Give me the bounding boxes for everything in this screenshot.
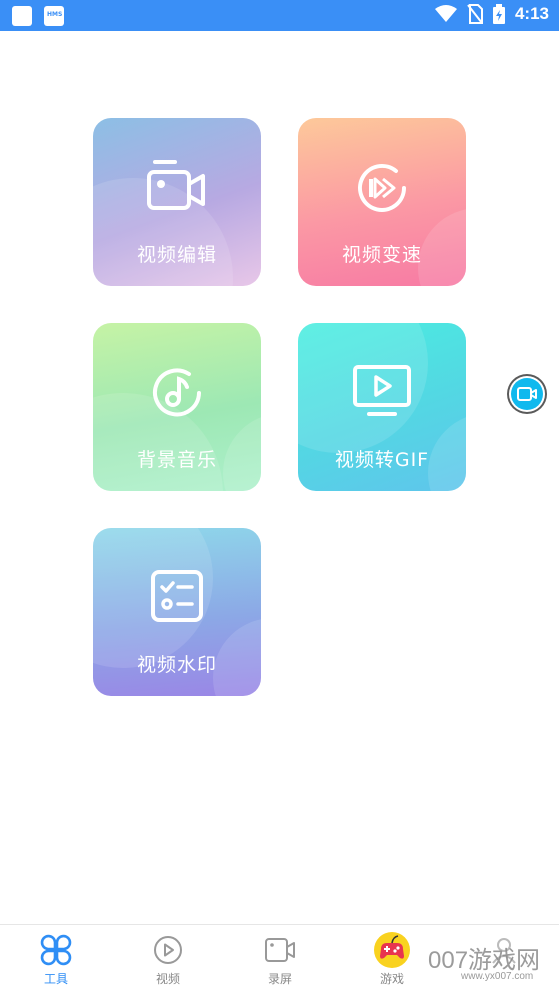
nav-video[interactable]: 视频 — [128, 933, 208, 987]
hms-label: HMS — [47, 11, 63, 18]
app-square-icon — [12, 6, 32, 26]
tool-label: 视频编辑 — [136, 244, 217, 266]
floating-record-button[interactable] — [507, 374, 547, 414]
play-circle-icon — [154, 936, 182, 964]
fast-forward-circle-icon — [358, 163, 406, 212]
tool-video-watermark[interactable]: 视频水印 — [93, 528, 261, 696]
hms-icon: HMS — [44, 6, 64, 26]
battery-charging-icon — [492, 4, 505, 24]
watermark-url: www.yx007.com — [461, 971, 534, 982]
game-controller-icon — [374, 932, 410, 968]
tool-label: 背景音乐 — [136, 449, 217, 471]
nav-label: 录屏 — [267, 972, 292, 986]
play-screen-icon — [353, 365, 411, 416]
status-bar: HMS 4:13 — [0, 0, 559, 31]
tool-video-speed[interactable]: 视频变速 — [298, 118, 466, 286]
tool-label: 视频水印 — [136, 654, 217, 676]
tool-video-to-gif[interactable]: 视频转GIF — [298, 323, 466, 491]
nav-label: 视频 — [155, 972, 180, 986]
tool-video-edit[interactable]: 视频编辑 — [93, 118, 261, 286]
tool-background-music[interactable]: 背景音乐 — [93, 323, 261, 491]
music-note-icon — [153, 368, 201, 417]
video-camera-icon — [147, 160, 205, 210]
no-sim-icon — [467, 4, 483, 24]
nav-game[interactable]: 游戏 — [352, 932, 432, 987]
watermark-logo-text: 007游戏网 — [428, 947, 541, 974]
camera-icon — [265, 938, 295, 962]
nav-label: 游戏 — [379, 972, 404, 986]
clock: 4:13 — [514, 4, 549, 23]
record-camera-icon — [517, 387, 537, 401]
checklist-icon — [151, 570, 203, 622]
nav-tools[interactable]: 工具 — [16, 933, 96, 987]
nav-label: 工具 — [43, 972, 68, 986]
tool-label: 视频变速 — [341, 244, 422, 266]
four-petal-icon — [40, 934, 72, 966]
wifi-icon — [434, 5, 457, 22]
tool-label: 视频转GIF — [334, 449, 430, 471]
nav-screen-record[interactable]: 录屏 — [240, 933, 320, 987]
